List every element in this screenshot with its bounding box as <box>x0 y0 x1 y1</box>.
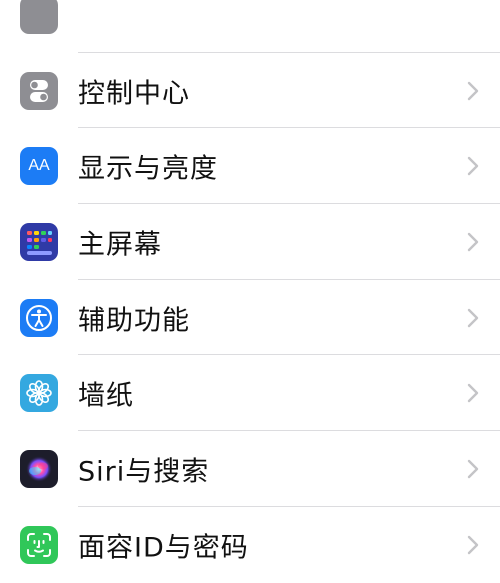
settings-row-control-center[interactable]: 控制中心 <box>0 53 500 129</box>
home-screen-icon <box>20 222 58 261</box>
settings-list: 控制中心 AA 显示与亮度 主屏幕 辅助功能 墙纸 Siri与搜索 面容ID与密… <box>0 0 500 583</box>
settings-row-display-brightness[interactable]: AA 显示与亮度 <box>0 128 500 205</box>
settings-row-face-id-passcode[interactable]: 面容ID与密码 <box>0 507 500 583</box>
settings-row-partial[interactable] <box>0 0 500 53</box>
settings-row-accessibility[interactable]: 辅助功能 <box>0 280 500 356</box>
settings-row-label: 控制中心 <box>78 78 190 110</box>
chevron-right-icon <box>467 308 479 327</box>
display-brightness-icon: AA <box>20 147 58 186</box>
settings-row-siri-search[interactable]: Siri与搜索 <box>0 431 500 507</box>
chevron-right-icon <box>467 157 479 176</box>
accessibility-icon <box>20 298 58 337</box>
face-id-icon <box>20 525 58 564</box>
settings-row-label: 主屏幕 <box>78 229 162 261</box>
settings-row-label: 面容ID与密码 <box>78 532 249 564</box>
chevron-right-icon <box>467 384 479 403</box>
siri-icon <box>20 449 58 488</box>
wallpaper-icon <box>20 374 58 413</box>
chevron-right-icon <box>467 232 479 252</box>
settings-row-label: 墙纸 <box>78 380 134 412</box>
control-center-icon <box>20 71 58 110</box>
display-icon-glyph: AA <box>28 157 50 175</box>
chevron-right-icon <box>467 81 479 100</box>
settings-row-label: Siri与搜索 <box>78 456 210 488</box>
settings-row-wallpaper[interactable]: 墙纸 <box>0 355 500 432</box>
settings-row-label: 辅助功能 <box>78 305 190 337</box>
chevron-right-icon <box>467 459 479 479</box>
chevron-right-icon <box>467 535 479 554</box>
settings-row-home-screen[interactable]: 主屏幕 <box>0 204 500 280</box>
settings-row-label: 显示与亮度 <box>78 153 218 185</box>
partial-icon <box>20 0 58 34</box>
